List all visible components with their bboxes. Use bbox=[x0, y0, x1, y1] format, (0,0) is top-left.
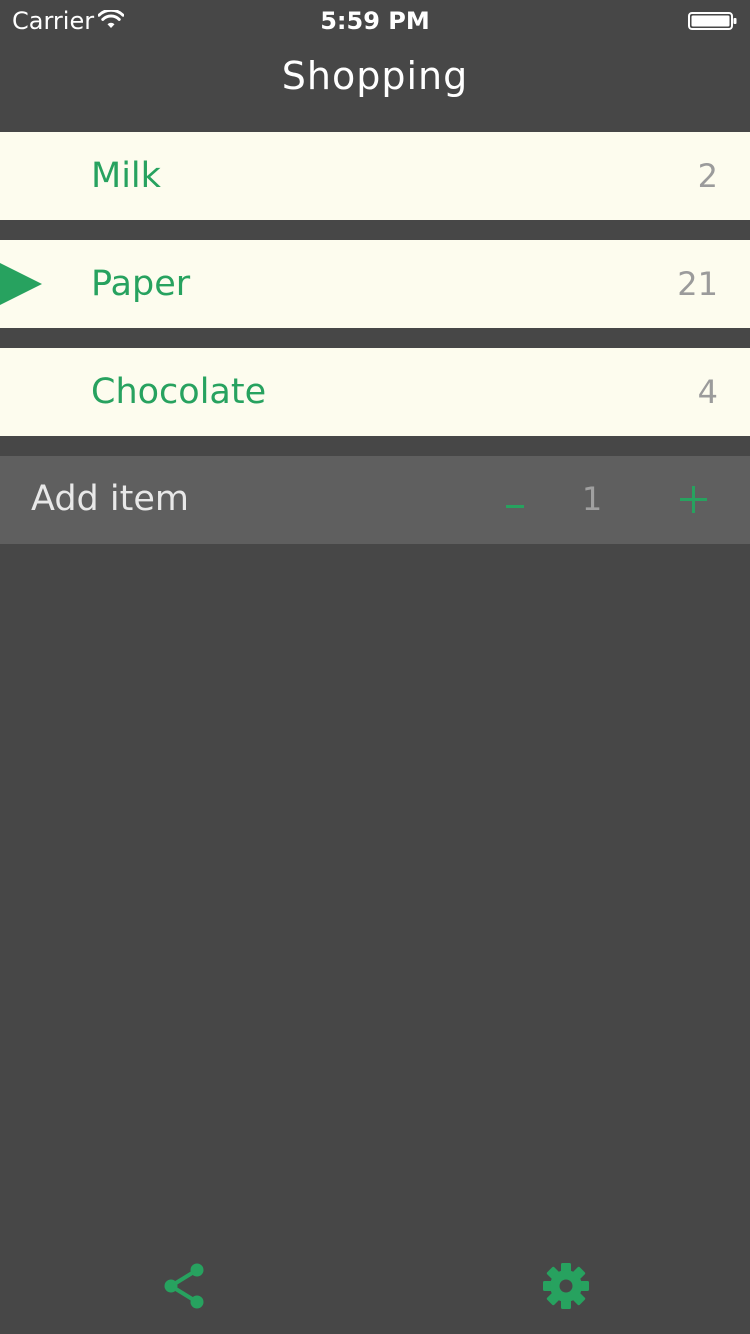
shopping-list: Milk 2 Paper 21 Chocolate 4 bbox=[0, 132, 750, 456]
battery-icon bbox=[688, 12, 737, 30]
list-item[interactable]: Paper 21 bbox=[0, 240, 750, 328]
share-button[interactable] bbox=[158, 1260, 210, 1312]
selected-marker-icon bbox=[0, 263, 42, 305]
add-item-bar: Add item 1 bbox=[0, 456, 750, 544]
item-count: 2 bbox=[697, 157, 718, 195]
status-time: 5:59 PM bbox=[320, 7, 430, 35]
item-count: 4 bbox=[697, 373, 718, 411]
increase-quantity-button[interactable] bbox=[676, 476, 712, 524]
item-count: 21 bbox=[677, 265, 718, 303]
item-name: Paper bbox=[91, 264, 191, 304]
gear-icon bbox=[543, 1263, 589, 1309]
page-title: Shopping bbox=[281, 54, 469, 98]
screen: Carrier 5:59 PM Shopping Milk 2 Paper 21… bbox=[0, 0, 750, 1334]
list-item[interactable]: Milk 2 bbox=[0, 132, 750, 220]
share-icon bbox=[164, 1263, 204, 1309]
item-name: Chocolate bbox=[91, 372, 267, 412]
item-name: Milk bbox=[91, 156, 161, 196]
list-item[interactable]: Chocolate 4 bbox=[0, 348, 750, 436]
add-item-input[interactable]: Add item bbox=[31, 456, 189, 542]
settings-button[interactable] bbox=[540, 1260, 592, 1312]
decrease-quantity-button[interactable] bbox=[498, 476, 534, 524]
status-bar: Carrier 5:59 PM bbox=[0, 0, 750, 40]
quantity-value: 1 bbox=[581, 480, 603, 518]
